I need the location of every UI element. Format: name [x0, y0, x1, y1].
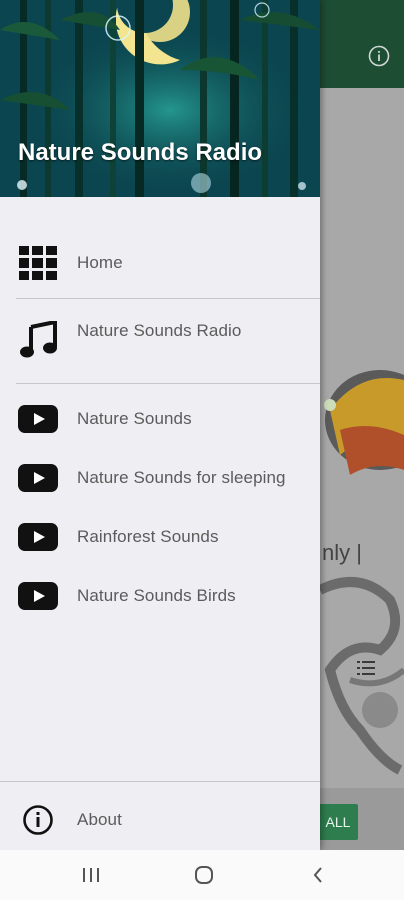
toucan-image: [324, 370, 404, 475]
divider: [16, 383, 320, 384]
menu-item-label: Home: [77, 253, 123, 272]
music-note-icon: [18, 320, 58, 360]
menu-item-nature-sounds-radio[interactable]: Nature Sounds Radio: [0, 306, 320, 358]
menu-item-label: Rainforest Sounds: [77, 527, 219, 546]
youtube-icon: [18, 399, 58, 439]
drawer-title: Nature Sounds Radio: [18, 139, 263, 166]
list-icon[interactable]: [357, 660, 375, 676]
recent-apps-icon: [83, 868, 99, 882]
system-nav-bar: [0, 850, 404, 900]
navigation-drawer: Nature Sounds Radio Home Nature Sounds R…: [0, 0, 320, 850]
all-button[interactable]: ALL: [318, 804, 358, 840]
back-nav-button[interactable]: [305, 862, 331, 888]
menu-item-label: Nature Sounds Birds: [77, 586, 236, 605]
drawer-header: Nature Sounds Radio: [0, 0, 320, 197]
youtube-icon: [18, 458, 58, 498]
info-icon: [18, 800, 58, 840]
grid-icon: [18, 243, 58, 283]
info-icon[interactable]: [368, 45, 390, 67]
divider: [16, 298, 320, 299]
back-chevron-icon: [313, 867, 322, 883]
menu-item-label: About: [77, 810, 122, 829]
youtube-icon: [18, 517, 58, 557]
home-circle-icon: [195, 866, 213, 884]
youtube-icon: [18, 576, 58, 616]
menu-item-label: Nature Sounds: [77, 409, 192, 428]
home-nav-button[interactable]: [191, 862, 217, 888]
footer-divider: [0, 781, 320, 782]
partial-text: nly |: [322, 540, 362, 565]
menu-item-home[interactable]: Home: [0, 238, 320, 288]
menu-item-rainforest-sounds[interactable]: Rainforest Sounds: [0, 512, 320, 562]
menu-item-label: Nature Sounds for sleeping: [77, 468, 286, 487]
recent-apps-button[interactable]: [78, 862, 104, 888]
menu-item-nature-sounds-birds[interactable]: Nature Sounds Birds: [0, 571, 320, 621]
menu-item-label: Nature Sounds Radio: [77, 321, 242, 340]
menu-item-about[interactable]: About: [0, 795, 320, 845]
menu-item-nature-sounds[interactable]: Nature Sounds: [0, 394, 320, 444]
menu-item-nature-sounds-sleeping[interactable]: Nature Sounds for sleeping: [0, 453, 320, 503]
forest-moon-illustration: [0, 0, 320, 197]
